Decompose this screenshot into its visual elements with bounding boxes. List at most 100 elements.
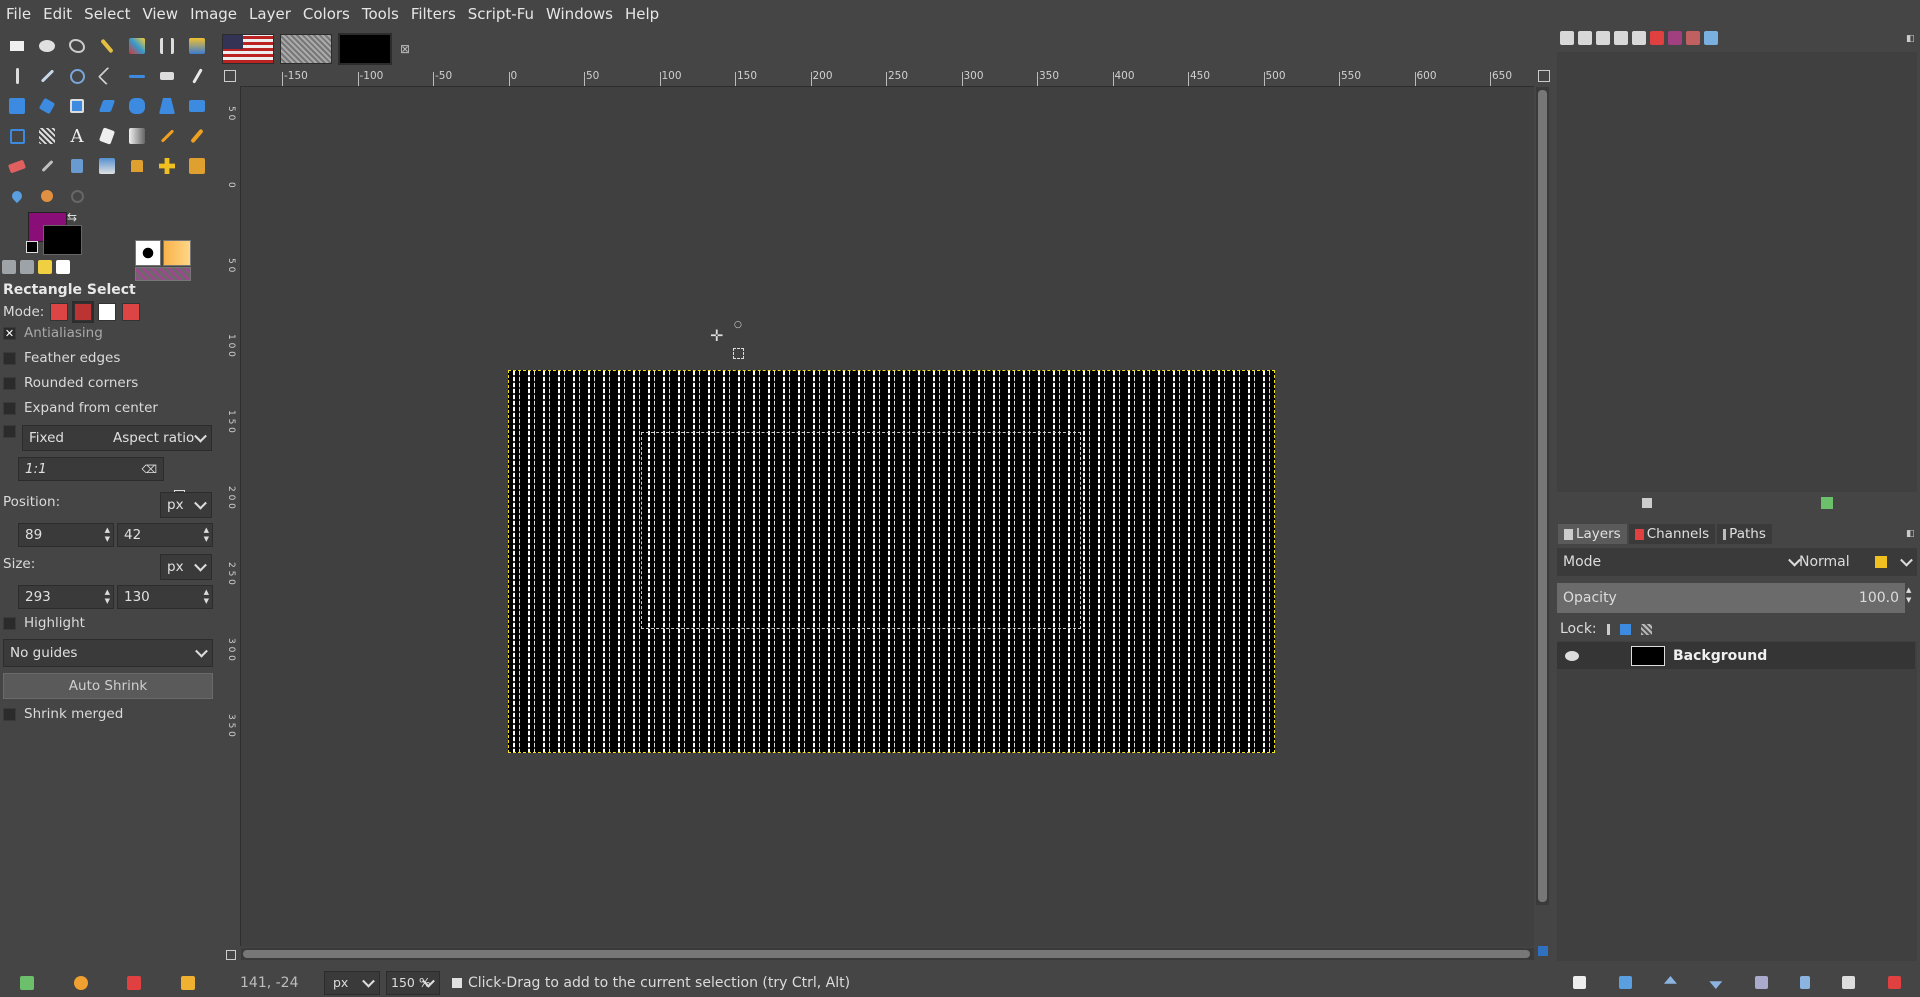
move-tool-icon[interactable] <box>122 61 152 91</box>
spin-arrows-icon[interactable]: ▲ ▼ <box>105 588 110 606</box>
menu-view[interactable]: View <box>136 5 184 23</box>
navigate-icon[interactable] <box>1538 946 1548 956</box>
scissors-tool-icon[interactable] <box>152 31 182 61</box>
tab-layers[interactable]: Layers <box>1558 524 1627 544</box>
palettes-tab-icon[interactable] <box>1668 31 1682 45</box>
layer-mask-icon[interactable] <box>1842 976 1856 989</box>
fixed-checkbox[interactable] <box>3 425 16 438</box>
opacity-spin-icon[interactable]: ▲ ▼ <box>1906 585 1911 605</box>
tool-presets-tab-icon[interactable] <box>1614 31 1628 45</box>
horizontal-scrollbar-thumb[interactable] <box>243 950 1530 958</box>
raise-layer-icon[interactable] <box>1663 976 1677 984</box>
brush-edit-icon[interactable] <box>1820 497 1833 509</box>
text-tool-icon[interactable]: A <box>62 121 92 151</box>
pin-icon[interactable] <box>1641 498 1652 508</box>
fixed-dropdown[interactable]: Fixed Aspect ratio <box>22 425 212 451</box>
patterns-tab-icon[interactable] <box>1578 31 1592 45</box>
delete-layer-icon[interactable] <box>1887 976 1901 989</box>
mypaint-brush-tool-icon[interactable] <box>92 151 122 181</box>
rounded-checkbox[interactable] <box>3 376 16 390</box>
close-icon[interactable]: ⊠ <box>400 42 410 56</box>
perspective-tool-icon[interactable] <box>152 91 182 121</box>
save-options-icon[interactable] <box>19 975 34 990</box>
delete-options-icon[interactable] <box>127 975 142 990</box>
airbrush-tool-icon[interactable] <box>32 151 62 181</box>
lock-position-icon[interactable] <box>1619 623 1631 635</box>
new-layer-icon[interactable] <box>1573 976 1587 989</box>
menu-windows[interactable]: Windows <box>540 5 619 23</box>
lower-layer-icon[interactable] <box>1709 981 1723 989</box>
configure-tab-icon[interactable]: ◧ <box>1906 34 1915 44</box>
flip-tool-icon[interactable] <box>182 91 212 121</box>
shrink-merged-checkbox[interactable] <box>3 707 16 721</box>
configure-tab-icon[interactable]: ◧ <box>1906 529 1915 539</box>
new-layer-group-icon[interactable] <box>1618 976 1632 989</box>
menu-select[interactable]: Select <box>78 5 136 23</box>
layer-name[interactable]: Background <box>1673 648 1767 664</box>
vertical-ruler[interactable]: 5 0 0 5 0 1 0 0 1 5 0 2 0 0 2 5 0 3 0 0 3 5 0 <box>224 86 241 946</box>
menu-layer[interactable]: Layer <box>243 5 297 23</box>
clear-icon[interactable]: ⌫ <box>141 463 157 476</box>
mode-add-icon[interactable] <box>72 301 95 323</box>
visibility-eye-icon[interactable] <box>1565 650 1579 661</box>
heal-tool-icon[interactable] <box>152 151 182 181</box>
document-history-tab-icon[interactable] <box>1632 31 1646 45</box>
images-tab-icon[interactable] <box>56 260 70 274</box>
highlight-checkbox[interactable] <box>3 616 16 630</box>
color-picker-tool-icon[interactable] <box>32 61 62 91</box>
perspective-clone-tool-icon[interactable] <box>182 151 212 181</box>
ink-tool-icon[interactable] <box>62 151 92 181</box>
unit-dropdown[interactable]: px <box>324 970 380 995</box>
vertical-scrollbar-thumb[interactable] <box>1538 90 1547 902</box>
menu-script-fu[interactable]: Script-Fu <box>462 5 540 23</box>
clone-tool-icon[interactable] <box>122 151 152 181</box>
spin-arrows-icon[interactable]: ▲ ▼ <box>105 526 110 544</box>
antialiasing-row[interactable]: ✕ Antialiasing <box>3 325 103 341</box>
anchor-layer-icon[interactable] <box>1800 976 1811 989</box>
shear-tool-icon[interactable] <box>92 91 122 121</box>
lock-pixels-icon[interactable] <box>1606 623 1610 635</box>
size-unit-dropdown[interactable]: px <box>160 554 212 580</box>
size-h-input[interactable]: 130 ▲ ▼ <box>117 585 213 609</box>
pencil-tool-icon[interactable] <box>152 121 182 151</box>
reset-options-icon[interactable] <box>181 975 196 990</box>
crop-tool-icon[interactable] <box>182 61 212 91</box>
tab-channels[interactable]: Channels <box>1628 524 1716 544</box>
paths-tool-icon[interactable] <box>2 61 32 91</box>
layer-mode-dropdown[interactable]: Normal <box>1799 554 1850 570</box>
mode-subtract-icon[interactable] <box>98 303 117 321</box>
ellipse-select-tool-icon[interactable] <box>32 31 62 61</box>
cage-transform-tool-icon[interactable] <box>2 121 32 151</box>
guides-dropdown[interactable]: No guides <box>3 639 213 667</box>
rounded-row[interactable]: Rounded corners <box>3 375 138 391</box>
measure-tool-icon[interactable] <box>92 61 122 91</box>
default-colors-icon[interactable] <box>26 241 38 253</box>
menu-help[interactable]: Help <box>619 5 665 23</box>
zoom-dropdown[interactable]: 150 % <box>386 970 440 995</box>
scale-tool-icon[interactable] <box>62 91 92 121</box>
duplicate-layer-icon[interactable] <box>1754 976 1768 989</box>
templates-tab-icon[interactable] <box>1704 31 1718 45</box>
mode-replace-icon[interactable] <box>50 303 69 321</box>
unified-transform-tool-icon[interactable] <box>2 91 32 121</box>
alignment-tool-icon[interactable] <box>152 61 182 91</box>
fonts-tab-icon[interactable] <box>1596 31 1610 45</box>
image-thumb-active[interactable] <box>338 33 392 65</box>
expand-row[interactable]: Expand from center <box>3 400 158 416</box>
mode-intersect-icon[interactable] <box>122 303 141 321</box>
paintbrush-tool-icon[interactable] <box>182 121 212 151</box>
position-y-input[interactable]: 42 ▲ ▼ <box>117 523 213 547</box>
undo-history-tab-icon[interactable] <box>38 260 52 274</box>
shrink-merged-row[interactable]: Shrink merged <box>3 706 123 722</box>
expand-checkbox[interactable] <box>3 401 16 415</box>
free-select-tool-icon[interactable] <box>62 31 92 61</box>
zoom-tool-icon[interactable] <box>62 61 92 91</box>
tab-paths[interactable]: Paths <box>1717 524 1772 544</box>
selection-rectangle[interactable] <box>641 432 1081 629</box>
image-thumb-noise[interactable] <box>280 34 332 64</box>
menu-image[interactable]: Image <box>184 5 243 23</box>
antialiasing-checkbox[interactable]: ✕ <box>3 326 16 340</box>
lock-alpha-icon[interactable] <box>1640 623 1652 635</box>
layer-row-background[interactable]: Background <box>1557 642 1915 669</box>
gradient-tool-icon[interactable] <box>122 121 152 151</box>
